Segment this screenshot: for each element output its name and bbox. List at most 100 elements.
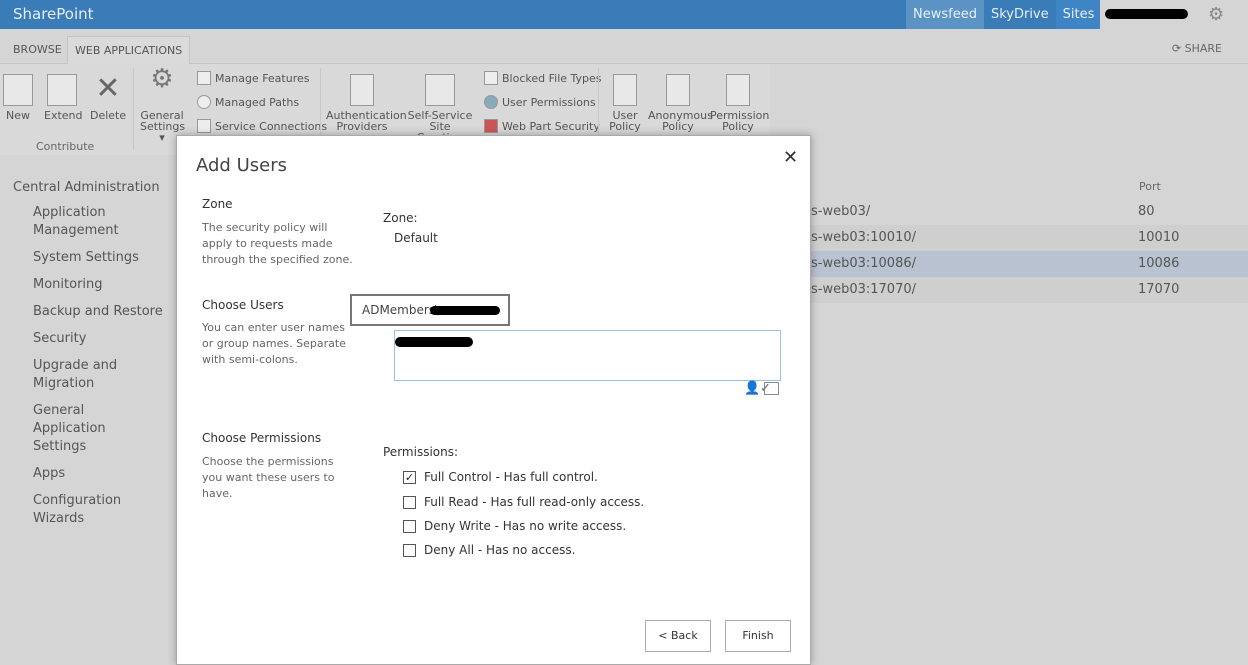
gear-icon[interactable]: ⚙ — [1208, 4, 1224, 25]
choose-users-description: You can enter user names or group names.… — [202, 321, 346, 366]
checkbox-checked[interactable]: ✓ — [403, 470, 416, 484]
browse-directory-icon[interactable] — [764, 382, 779, 395]
label: Providers — [336, 120, 388, 133]
top-nav: Newsfeed SkyDrive Sites — [906, 0, 1102, 29]
nav-item[interactable]: Configuration Wizards — [33, 492, 173, 528]
group-contribute: Contribute — [36, 140, 95, 153]
user-permissions-button[interactable]: User Permissions — [484, 95, 596, 109]
people-picker-input[interactable] — [394, 330, 781, 381]
nav-item[interactable]: General Application Settings — [33, 402, 153, 456]
nav-item[interactable]: Upgrade and Migration — [33, 357, 173, 393]
globe-icon — [197, 95, 211, 109]
delete-icon: ✕ — [95, 71, 121, 106]
brand-logo[interactable]: SharePoint — [13, 5, 94, 23]
permission-full-control[interactable]: ✓ Full Control - Has full control. — [403, 470, 598, 484]
suite-bar: SharePoint Newsfeed SkyDrive Sites ⚙ — [0, 0, 1248, 29]
label: New — [6, 109, 30, 122]
zone-value: Default — [394, 231, 438, 245]
choose-permissions-description: Choose the permissions you want these us… — [202, 455, 335, 500]
service-connections-button[interactable]: Service Connections — [197, 119, 327, 133]
checkbox[interactable] — [403, 519, 416, 533]
gear-icon: ⚙ — [150, 64, 174, 94]
redacted-name — [430, 306, 500, 315]
blocked-file-types-button[interactable]: Blocked File Types — [484, 71, 602, 85]
table-row[interactable]: s-web03:10010/10010 — [811, 225, 1248, 251]
nav-sites[interactable]: Sites — [1055, 0, 1102, 29]
delete-button[interactable]: ✕ Delete — [90, 71, 127, 122]
user-suggestion-tooltip[interactable]: ADMembers\ — [350, 294, 510, 326]
label: Deny All - Has no access. — [424, 543, 576, 557]
web-part-security-button[interactable]: Web Part Security — [484, 119, 600, 133]
permission-full-read[interactable]: Full Read - Has full read-only access. — [403, 495, 644, 509]
nav-item[interactable]: Security — [33, 330, 173, 348]
table-row[interactable]: s-web03/80 — [811, 199, 1248, 225]
label: Extend — [44, 109, 83, 122]
nav-item[interactable]: Application Management — [33, 204, 123, 240]
table-row[interactable]: s-web03:17070/17070 — [811, 277, 1248, 303]
share-icon: ⟳ — [1171, 42, 1185, 55]
tab-browse[interactable]: BROWSE — [13, 43, 62, 56]
manage-features-button[interactable]: Manage Features — [197, 71, 310, 85]
label: Blocked File Types — [502, 71, 602, 85]
share-button[interactable]: ⟳ SHARE — [1172, 42, 1222, 55]
service-icon — [197, 119, 211, 133]
extend-button[interactable]: Extend — [44, 74, 83, 122]
divider — [133, 68, 134, 150]
close-icon[interactable]: ✕ — [783, 147, 798, 168]
nav-skydrive[interactable]: SkyDrive — [984, 0, 1056, 29]
table-row-selected[interactable]: s-web03:10086/10086 — [811, 251, 1248, 277]
label: User Permissions — [502, 95, 596, 109]
choose-permissions-heading: Choose Permissions — [202, 431, 322, 445]
nav-item[interactable]: Backup and Restore — [33, 303, 173, 321]
nav-central-administration[interactable]: Central Administration — [13, 180, 173, 195]
checkbox[interactable] — [403, 543, 416, 557]
label: Full Read - Has full read-only access. — [424, 495, 645, 509]
ribbon-tabs: BROWSE WEB APPLICATIONS ⟳ SHARE — [0, 29, 1248, 64]
label: Web Part Security — [502, 119, 600, 133]
user-menu[interactable] — [1100, 0, 1248, 29]
new-icon — [3, 74, 33, 106]
nav-item[interactable]: Apps — [33, 465, 173, 483]
left-nav: Central Administration Application Manag… — [13, 180, 173, 537]
finish-button[interactable]: Finish — [725, 620, 791, 652]
zone-description: The security policy will apply to reques… — [202, 221, 353, 266]
back-button[interactable]: < Back — [645, 620, 711, 652]
label: Deny Write - Has no write access. — [424, 519, 627, 533]
permission-deny-write[interactable]: Deny Write - Has no write access. — [403, 519, 626, 533]
permission-deny-all[interactable]: Deny All - Has no access. — [403, 543, 575, 557]
user-policy-button[interactable]: User Policy — [605, 74, 645, 132]
label: Settings — [140, 120, 186, 133]
port-cell: 17070 — [1138, 282, 1180, 297]
column-header-port[interactable]: Port — [1139, 180, 1161, 193]
permission-policy-button[interactable]: Permission Policy — [710, 74, 769, 132]
general-settings-button[interactable]: ⚙ General Settings ▾ — [140, 64, 186, 143]
user-policy-icon — [613, 74, 637, 106]
new-button[interactable]: New — [3, 74, 33, 121]
authentication-providers-button[interactable]: Authentication Providers — [326, 74, 407, 133]
permission-policy-icon — [726, 74, 750, 106]
nav-item[interactable]: System Settings — [33, 249, 173, 267]
zone-heading: Zone — [202, 197, 233, 211]
label: Self-Service Site — [407, 109, 473, 133]
checkbox[interactable] — [403, 495, 416, 509]
self-service-site-creation-button[interactable]: Self-Service SiteCreation — [401, 74, 479, 143]
label: Full Control - Has full control. — [424, 470, 598, 484]
port-cell: 10010 — [1138, 230, 1180, 245]
label: Delete — [90, 109, 127, 122]
nav-newsfeed[interactable]: Newsfeed — [906, 0, 984, 29]
port-cell: 80 — [1138, 204, 1155, 219]
url-cell: s-web03:10010/ — [811, 230, 917, 245]
label: Policy — [662, 120, 694, 133]
tab-web-applications[interactable]: WEB APPLICATIONS — [67, 36, 191, 64]
url-cell: s-web03/ — [811, 204, 871, 219]
add-users-dialog: Add Users ✕ Zone The security policy wil… — [176, 135, 811, 665]
blocked-file-icon — [484, 71, 498, 85]
nav-item[interactable]: Monitoring — [33, 276, 173, 294]
redacted-user-entry — [395, 337, 473, 347]
port-cell: 10086 — [1138, 256, 1180, 271]
url-cell: s-web03:10086/ — [811, 256, 917, 271]
managed-paths-button[interactable]: Managed Paths — [197, 95, 299, 109]
anonymous-policy-button[interactable]: Anonymous Policy — [648, 74, 713, 133]
anonymous-policy-icon — [666, 74, 690, 106]
shield-icon — [484, 119, 498, 133]
